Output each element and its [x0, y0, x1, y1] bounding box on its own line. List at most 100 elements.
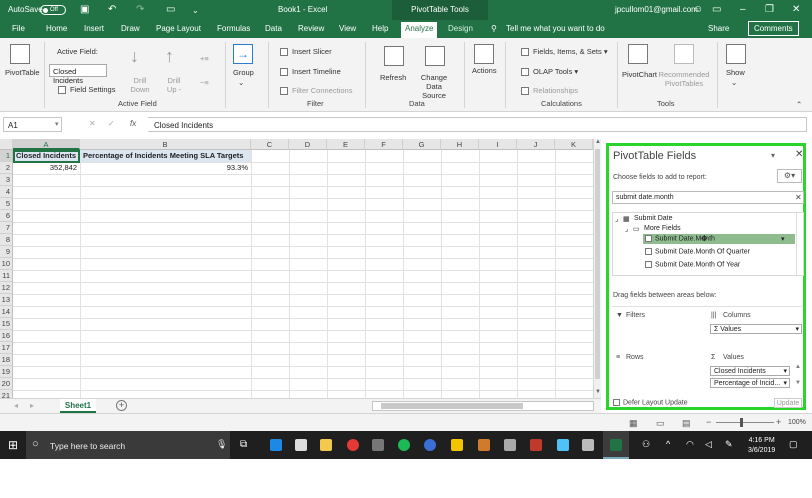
cell-a2[interactable]: 352,842 — [13, 162, 80, 174]
normal-view-icon[interactable]: ▦ — [629, 418, 638, 429]
notifications-icon[interactable]: ▢ — [789, 439, 798, 450]
edge-icon[interactable] — [270, 439, 282, 451]
row-header[interactable]: 21 — [0, 390, 13, 398]
group-button[interactable]: Group — [233, 68, 254, 77]
row-header[interactable]: 8 — [0, 234, 13, 246]
row-header[interactable]: 14 — [0, 306, 13, 318]
drill-up-button[interactable]: Drill Up - — [164, 76, 184, 94]
photos-icon[interactable] — [372, 439, 384, 451]
microphone-icon[interactable]: 🎙 — [216, 439, 227, 450]
tree-more-fields[interactable]: More Fields — [644, 225, 681, 232]
formula-input[interactable]: Closed Incidents — [148, 117, 807, 132]
field-dropdown-icon[interactable]: ▾ — [781, 235, 785, 243]
name-box[interactable]: A1 — [3, 117, 62, 132]
share-button[interactable]: Share — [708, 24, 729, 33]
rows-drop-zone[interactable] — [613, 364, 705, 386]
relationships-button[interactable]: Relationships — [521, 86, 578, 96]
close-icon[interactable]: ✕ — [792, 4, 800, 15]
field-list-scrollbar[interactable] — [796, 213, 804, 275]
save-icon[interactable]: ▣ — [80, 4, 89, 15]
chrome-icon[interactable] — [347, 439, 359, 451]
values-scroll-down-icon[interactable]: ▼ — [795, 380, 801, 386]
tab-view[interactable]: View — [339, 24, 356, 33]
columns-values-chip[interactable]: Σ Values — [710, 324, 802, 334]
row-header[interactable]: 9 — [0, 246, 13, 258]
refresh-button[interactable]: Refresh — [380, 73, 406, 82]
people-icon[interactable]: ⚇ — [642, 439, 650, 450]
app-icon[interactable] — [557, 439, 569, 451]
values-chip-closed-incidents[interactable]: Closed Incidents — [710, 366, 790, 376]
app-icon[interactable] — [424, 439, 436, 451]
row-header[interactable]: 20 — [0, 378, 13, 390]
insert-function-icon[interactable]: fx — [130, 119, 136, 128]
redo-icon[interactable]: ↷ — [136, 4, 144, 15]
row-header[interactable]: 10 — [0, 258, 13, 270]
spotify-icon[interactable] — [398, 439, 410, 451]
values-scroll-up-icon[interactable]: ▲ — [795, 364, 801, 370]
avatar[interactable]: ☺ — [693, 4, 703, 15]
tab-formulas[interactable]: Formulas — [217, 24, 250, 33]
show-dropdown-icon[interactable]: ⌄ — [731, 78, 737, 87]
show-button[interactable]: Show — [726, 68, 745, 77]
app-icon[interactable] — [504, 439, 516, 451]
active-field-input[interactable]: Closed Incidents — [49, 64, 107, 85]
expand-field-icon[interactable]: +≡ — [200, 54, 209, 63]
column-header-f[interactable]: F — [365, 139, 403, 150]
cell-b1[interactable]: Percentage of Incidents Meeting SLA Targ… — [80, 150, 251, 162]
customize-toolbar-icon[interactable]: ▭ — [166, 4, 175, 15]
pivotchart-button[interactable]: PivotChart — [622, 70, 657, 79]
taskbar-search-input[interactable]: Type here to search — [50, 441, 125, 451]
name-box-dropdown-icon[interactable]: ▾ — [55, 120, 59, 128]
row-header[interactable]: 11 — [0, 270, 13, 282]
restore-icon[interactable]: ❐ — [765, 4, 774, 15]
tab-analyze[interactable]: Analyze — [401, 22, 438, 38]
column-header-a[interactable]: A — [13, 139, 80, 150]
worksheet-grid[interactable]: A B C D E F G H I J K 1 2 3 4 5 6 7 8 9 … — [0, 139, 593, 398]
row-header[interactable]: 1 — [0, 150, 13, 162]
defer-layout-checkbox[interactable]: Defer Layout Update — [613, 399, 688, 406]
sticky-notes-icon[interactable] — [451, 439, 463, 451]
pivottable-icon[interactable] — [10, 44, 30, 64]
tab-draw[interactable]: Draw — [121, 24, 140, 33]
row-header[interactable]: 13 — [0, 294, 13, 306]
task-view-icon[interactable]: ⧉ — [240, 439, 247, 450]
tab-help[interactable]: Help — [372, 24, 388, 33]
tab-review[interactable]: Review — [298, 24, 324, 33]
windows-start-icon[interactable]: ⊞ — [8, 438, 18, 452]
cell-b2[interactable]: 93.3% — [80, 162, 251, 174]
row-header[interactable]: 12 — [0, 282, 13, 294]
minimize-icon[interactable]: – — [740, 4, 746, 15]
next-sheet-icon[interactable]: ▸ — [30, 401, 34, 410]
recommended-pivottables-button[interactable]: Recommended PivotTables — [658, 70, 710, 88]
tab-design[interactable]: Design — [448, 24, 473, 33]
column-header-c[interactable]: C — [251, 139, 289, 150]
row-header[interactable]: 7 — [0, 222, 13, 234]
excel-taskbar-button[interactable] — [603, 431, 629, 459]
app-icon[interactable] — [530, 439, 542, 451]
pivottable-button[interactable]: PivotTable — [5, 68, 40, 77]
insert-timeline-button[interactable]: Insert Timeline — [280, 67, 341, 77]
zoom-slider-thumb[interactable] — [740, 418, 743, 427]
collapse-icon[interactable]: ⌟ — [615, 215, 618, 223]
row-header[interactable]: 3 — [0, 174, 13, 186]
zoom-in-icon[interactable]: + — [776, 417, 781, 427]
sheet-tab-sheet1[interactable]: Sheet1 — [60, 399, 96, 413]
tree-root[interactable]: Submit Date — [634, 215, 673, 222]
column-header-g[interactable]: G — [403, 139, 441, 150]
undo-icon[interactable]: ↶ — [108, 4, 116, 15]
page-break-view-icon[interactable]: ▤ — [682, 418, 691, 429]
column-header-b[interactable]: B — [80, 139, 251, 150]
values-chip-percentage[interactable]: Percentage of Incid... — [710, 378, 790, 388]
zoom-level[interactable]: 100% — [788, 419, 806, 426]
wifi-icon[interactable]: ◠ — [686, 439, 694, 450]
row-header[interactable]: 19 — [0, 366, 13, 378]
zoom-slider[interactable] — [716, 422, 774, 423]
row-header[interactable]: 2 — [0, 162, 13, 174]
row-header[interactable]: 17 — [0, 342, 13, 354]
collapse-field-icon[interactable]: −≡ — [200, 78, 209, 87]
field-checkbox[interactable] — [645, 235, 652, 242]
column-header-j[interactable]: J — [517, 139, 555, 150]
zoom-out-icon[interactable]: − — [706, 417, 711, 427]
tab-home[interactable]: Home — [46, 24, 67, 33]
panel-options-icon[interactable]: ▾ — [771, 151, 775, 160]
